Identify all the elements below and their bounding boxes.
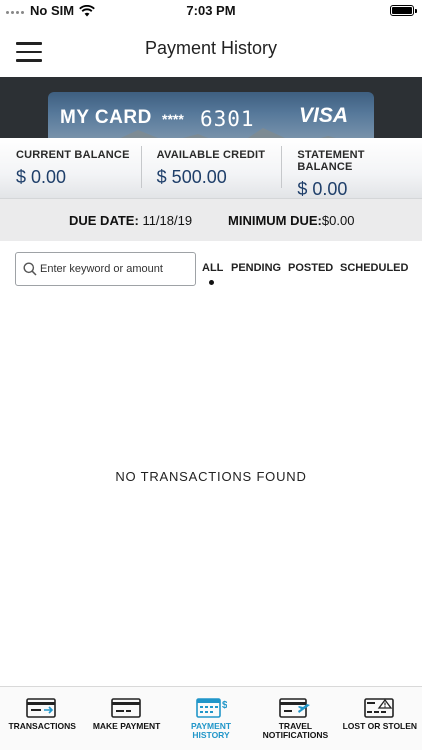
balance-value: $ 0.00 [16, 167, 67, 187]
nav-bar: Payment History [0, 22, 422, 77]
visa-logo: VISA [298, 104, 348, 127]
balance-label: CURRENT BALANCE [16, 149, 130, 161]
statement-balance: STATEMENT BALANCE $ 0.00 [281, 138, 422, 199]
card-warning-icon [364, 698, 394, 718]
balance-label: AVAILABLE CREDIT [156, 149, 266, 161]
minimum-due: MINIMUM DUE:$0.00 [228, 213, 354, 228]
tab-scheduled[interactable]: SCHEDULED [340, 262, 408, 274]
balance-value: $ 0.00 [297, 179, 348, 199]
card-payment-icon [110, 698, 141, 718]
due-date: DUE DATE: 11/18/19 [69, 213, 192, 228]
card-name: MY CARD [60, 107, 152, 128]
status-time: 7:03 PM [186, 3, 236, 18]
tab-label: MAKE PAYMENT [92, 721, 161, 731]
due-date-value: 11/18/19 [142, 213, 193, 228]
selected-tab-indicator [209, 280, 214, 285]
tab-payment-history[interactable]: $ PAYMENT HISTORY [169, 687, 253, 750]
battery-icon [390, 5, 417, 16]
empty-state-message: NO TRANSACTIONS FOUND [115, 469, 307, 484]
card-band: MY CARD **** 6301 VISA [0, 77, 422, 138]
card-transactions-icon [26, 698, 57, 718]
card-last-four: 6301 [200, 107, 255, 131]
due-date-label: DUE DATE: [69, 213, 139, 228]
tab-label: TRANSACTIONS [8, 721, 76, 731]
search-box[interactable] [15, 252, 196, 286]
search-input[interactable] [40, 253, 190, 285]
tab-transactions[interactable]: TRANSACTIONS [0, 687, 84, 750]
tab-lost-or-stolen[interactable]: LOST OR STOLEN [338, 687, 422, 750]
tab-travel-notifications[interactable]: TRAVEL NOTIFICATIONS [253, 687, 337, 750]
search-icon [23, 262, 37, 276]
tab-posted[interactable]: POSTED [288, 262, 333, 274]
svg-text:$: $ [222, 700, 227, 711]
balance-value: $ 500.00 [156, 167, 227, 187]
tab-make-payment[interactable]: MAKE PAYMENT [84, 687, 168, 750]
due-info-row: DUE DATE: 11/18/19 MINIMUM DUE:$0.00 [0, 199, 422, 241]
calendar-dollar-icon: $ [196, 698, 227, 718]
credit-card-image[interactable]: MY CARD **** 6301 VISA [48, 92, 374, 138]
tab-label-line2: HISTORY [192, 730, 230, 740]
minimum-due-label: MINIMUM DUE: [228, 213, 322, 228]
current-balance: CURRENT BALANCE $ 0.00 [0, 138, 141, 198]
page-title: Payment History [144, 38, 278, 58]
tab-label-line2: NOTIFICATIONS [262, 730, 329, 740]
status-bar: No SIM 7:03 PM [0, 0, 422, 22]
tab-label: LOST OR STOLEN [342, 721, 418, 731]
balance-label: STATEMENT BALANCE [297, 149, 365, 173]
available-credit: AVAILABLE CREDIT $ 500.00 [140, 138, 282, 198]
card-plane-icon [279, 698, 311, 718]
tab-all[interactable]: ALL [202, 262, 223, 274]
bottom-tab-bar: TRANSACTIONS MAKE PAYMENT $ PAYMENT HIST… [0, 686, 422, 750]
balance-summary: CURRENT BALANCE $ 0.00 AVAILABLE CREDIT … [0, 138, 422, 199]
card-number-mask: **** [162, 111, 184, 127]
tab-pending[interactable]: PENDING [231, 262, 281, 274]
minimum-due-value: $0.00 [321, 213, 355, 228]
